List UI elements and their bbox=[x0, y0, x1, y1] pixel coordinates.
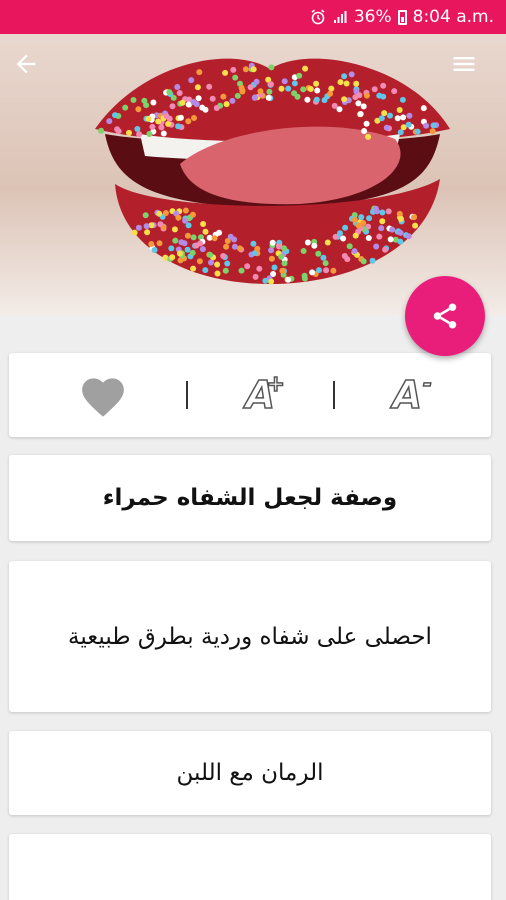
hamburger-menu-icon bbox=[453, 57, 475, 71]
toolbar-card: A + A - bbox=[9, 353, 491, 437]
list-item-text: الرمان مع اللبن bbox=[176, 760, 324, 786]
hero-image bbox=[0, 34, 506, 316]
toolbar-divider bbox=[185, 381, 188, 409]
font-decrease-icon: A bbox=[392, 373, 423, 417]
share-icon bbox=[433, 303, 457, 329]
title-card[interactable]: وصفة لجعل الشفاه حمراء bbox=[9, 455, 491, 541]
list-item-text: احصلى على شفاه وردية بطرق طبيعية bbox=[68, 623, 432, 650]
menu-button[interactable] bbox=[450, 50, 494, 94]
alarm-icon bbox=[310, 9, 326, 25]
list-item[interactable]: احصلى على شفاه وردية بطرق طبيعية bbox=[9, 561, 491, 712]
lips-illustration bbox=[95, 58, 450, 285]
heart-icon bbox=[82, 378, 124, 417]
increase-font-button[interactable]: A + bbox=[245, 373, 286, 415]
arrow-left-icon bbox=[16, 54, 36, 74]
font-decrease-sign: - bbox=[422, 372, 433, 397]
battery-icon bbox=[397, 9, 407, 25]
favorite-button[interactable] bbox=[78, 372, 128, 418]
list-item[interactable]: الرمان مع اللبن bbox=[9, 731, 491, 815]
share-button[interactable] bbox=[405, 276, 485, 356]
signal-icon bbox=[332, 9, 348, 25]
article-title: وصفة لجعل الشفاه حمراء bbox=[102, 485, 398, 511]
list-item[interactable] bbox=[9, 834, 491, 900]
decrease-font-button[interactable]: A - bbox=[392, 373, 433, 417]
back-button[interactable] bbox=[12, 50, 56, 94]
toolbar-divider bbox=[332, 381, 335, 409]
battery-percent: 36% bbox=[353, 7, 392, 27]
status-time: 8:04 a.m. bbox=[412, 7, 494, 27]
font-increase-sign: + bbox=[266, 372, 286, 397]
status-bar: 36% 8:04 a.m. bbox=[0, 0, 506, 34]
